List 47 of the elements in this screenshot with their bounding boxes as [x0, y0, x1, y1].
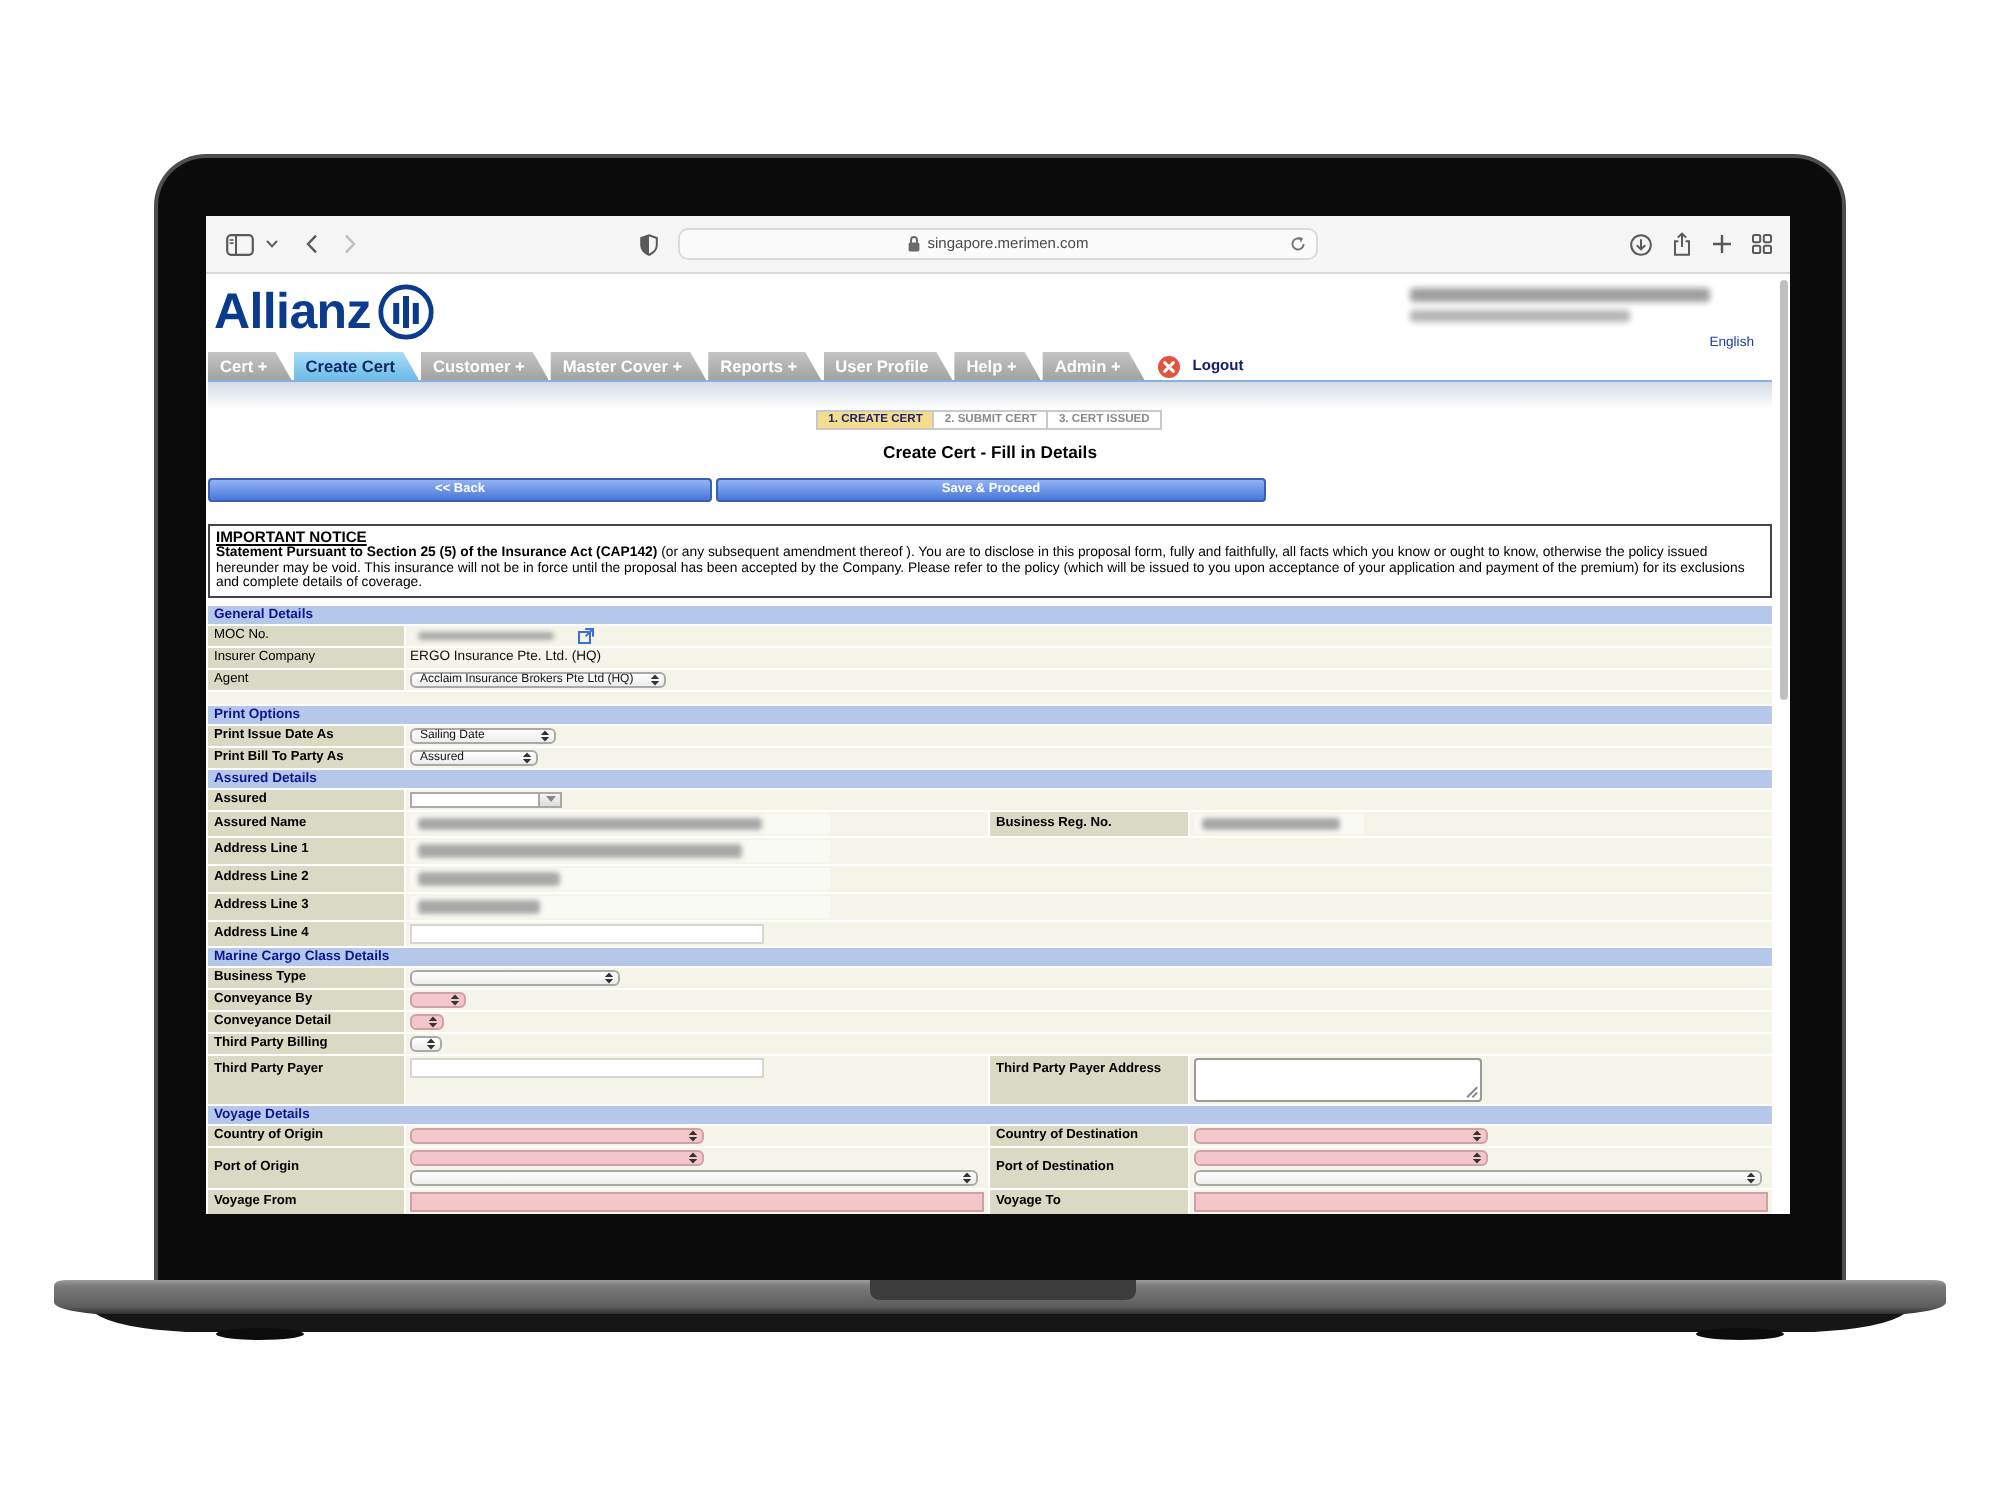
page-title: Create Cert - Fill in Details: [881, 442, 1099, 462]
updown-arrows-icon: [522, 751, 532, 764]
lock-icon: [907, 236, 920, 252]
updown-arrows-icon: [450, 993, 460, 1006]
caret-icon: [545, 796, 555, 803]
nav-tab[interactable]: Customer +: [420, 352, 549, 380]
back-icon[interactable]: [306, 234, 318, 254]
nav-tab[interactable]: User Profile: [823, 352, 953, 380]
chevron-down-icon[interactable]: [266, 240, 278, 248]
dropdown[interactable]: [410, 991, 466, 1008]
external-link-icon[interactable]: [578, 627, 594, 644]
dropdown[interactable]: [410, 1013, 444, 1030]
updown-arrows-icon: [1472, 1129, 1482, 1142]
nav-tab[interactable]: Create Cert: [293, 352, 419, 380]
share-icon[interactable]: [1672, 232, 1692, 256]
plus-icon[interactable]: [1712, 234, 1732, 254]
download-icon[interactable]: [1630, 233, 1652, 255]
text-input[interactable]: [410, 923, 764, 944]
tabs-grid-icon[interactable]: [1752, 234, 1772, 254]
updown-arrows-icon: [428, 1015, 438, 1028]
updown-arrows-icon: [650, 673, 660, 686]
text-input[interactable]: [410, 1057, 764, 1078]
text-area[interactable]: [1194, 1057, 1482, 1102]
updown-arrows-icon: [1746, 1171, 1756, 1184]
dropdown[interactable]: [410, 1035, 442, 1052]
nav-tab[interactable]: Master Cover +: [550, 352, 707, 380]
forward-icon[interactable]: [344, 234, 356, 254]
nav-tab[interactable]: Help +: [954, 352, 1041, 380]
nav-tab[interactable]: Admin +: [1042, 352, 1145, 380]
updown-arrows-icon: [540, 729, 550, 742]
x-circle-icon[interactable]: [1158, 355, 1181, 377]
brand-name: Allianz: [214, 287, 371, 337]
reload-icon[interactable]: [1290, 236, 1306, 252]
updown-arrows-icon: [962, 1171, 972, 1184]
updown-arrows-icon: [688, 1129, 698, 1142]
updown-arrows-icon: [1472, 1151, 1482, 1164]
resize-grip-icon: [1466, 1085, 1478, 1098]
updown-arrows-icon: [426, 1037, 436, 1050]
nav-tab[interactable]: Reports +: [708, 352, 822, 380]
shield-icon[interactable]: [640, 233, 658, 255]
circle-bars-logo-icon: [378, 284, 435, 340]
scrollbar-thumb[interactable]: [1780, 280, 1788, 700]
updown-arrows-icon: [688, 1151, 698, 1164]
nav-tab[interactable]: Cert +: [208, 352, 292, 380]
updown-arrows-icon: [604, 971, 614, 984]
combo-box[interactable]: [410, 791, 562, 808]
sidebar-icon[interactable]: [226, 233, 254, 255]
